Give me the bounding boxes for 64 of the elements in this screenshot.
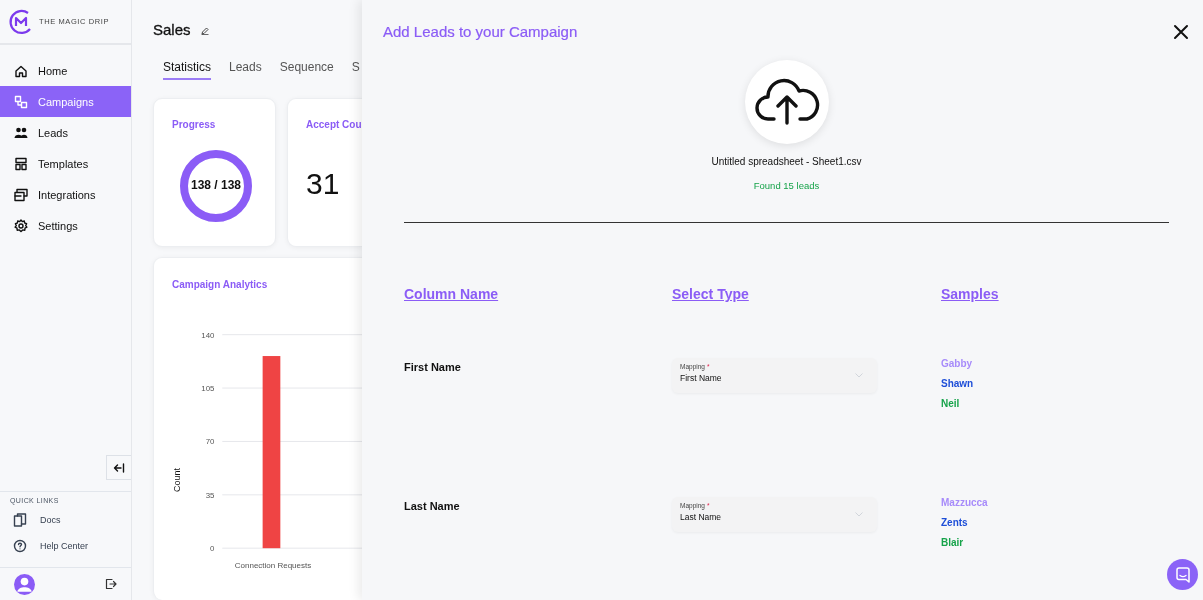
column-header: Column Name (404, 286, 500, 304)
avatar[interactable] (14, 573, 35, 595)
nav-item[interactable]: Settings (0, 210, 131, 241)
sample-value: Mazzucca (941, 497, 989, 509)
tab[interactable]: Sequence (279, 60, 334, 80)
arrow-left-icon (113, 462, 125, 473)
card-title: Progress (172, 119, 217, 130)
documents-icon (13, 513, 27, 527)
field-name: Last Name (404, 499, 461, 514)
cloud-upload-icon (753, 77, 820, 127)
quick-link[interactable]: Help Center (0, 533, 131, 559)
pencil-icon (200, 27, 209, 35)
nav-item[interactable]: Leads (0, 117, 131, 148)
sample-value: Zents (941, 517, 969, 529)
close-icon (1173, 23, 1189, 40)
logout-icon (105, 578, 117, 590)
people-icon (14, 125, 28, 140)
axis-title: Count (172, 468, 182, 493)
tab[interactable]: Leads (229, 60, 262, 80)
chevron-down-icon (855, 373, 863, 378)
squares-icon (14, 94, 28, 109)
field-name: First Name (404, 360, 462, 375)
card-title: Accept Cou (306, 119, 362, 130)
axis-tick: 105 (201, 384, 215, 393)
nav-item[interactable]: Campaigns (0, 86, 131, 117)
panel-title: Add Leads to your Campaign (383, 23, 578, 40)
sample-value: Gabby (941, 358, 974, 370)
file-name: Untitled spreadsheet - Sheet1.csv (711, 156, 862, 167)
sample-value: Blair (941, 537, 965, 549)
select-value: Last Name (680, 512, 723, 522)
collapse-button[interactable] (106, 455, 131, 480)
axis-tick: 35 (205, 490, 215, 500)
help-icon (13, 539, 27, 553)
status-text: Found 15 leads (753, 180, 820, 191)
nav-item[interactable]: Integrations (0, 179, 131, 210)
select-value: First Name (680, 373, 723, 383)
chat-button[interactable] (1167, 559, 1198, 590)
card-title: Campaign Analytics (172, 279, 269, 290)
tab[interactable]: S (351, 60, 360, 80)
home-icon (14, 63, 28, 78)
page-title: Sales (153, 21, 191, 38)
logout-button[interactable] (105, 578, 117, 590)
settings-icon (14, 218, 28, 233)
quick-link[interactable]: Docs (0, 507, 131, 533)
sample-value: Shawn (941, 378, 975, 390)
axis-tick: 70 (205, 437, 215, 447)
count-value: 31 (306, 167, 341, 201)
axis-tick: 0 (210, 544, 215, 554)
logo-icon (8, 8, 34, 35)
layout-icon (14, 156, 28, 171)
close-button[interactable] (1173, 23, 1189, 40)
axis-label: Connection Requests (234, 561, 312, 570)
sample-value: Neil (941, 398, 961, 410)
column-header: Select Type (672, 286, 750, 304)
chevron-down-icon (855, 512, 863, 517)
progress-reading: 138 / 138 (189, 178, 242, 192)
nav-item[interactable]: Home (0, 55, 131, 86)
edit-button[interactable] (200, 27, 209, 35)
column-header: Samples (941, 286, 1000, 304)
nav-item[interactable]: Templates (0, 148, 131, 179)
tab[interactable]: Statistics (163, 60, 211, 80)
stacked-frames-icon (14, 187, 28, 202)
chat-icon (1174, 566, 1191, 583)
axis-tick: 140 (201, 330, 215, 340)
